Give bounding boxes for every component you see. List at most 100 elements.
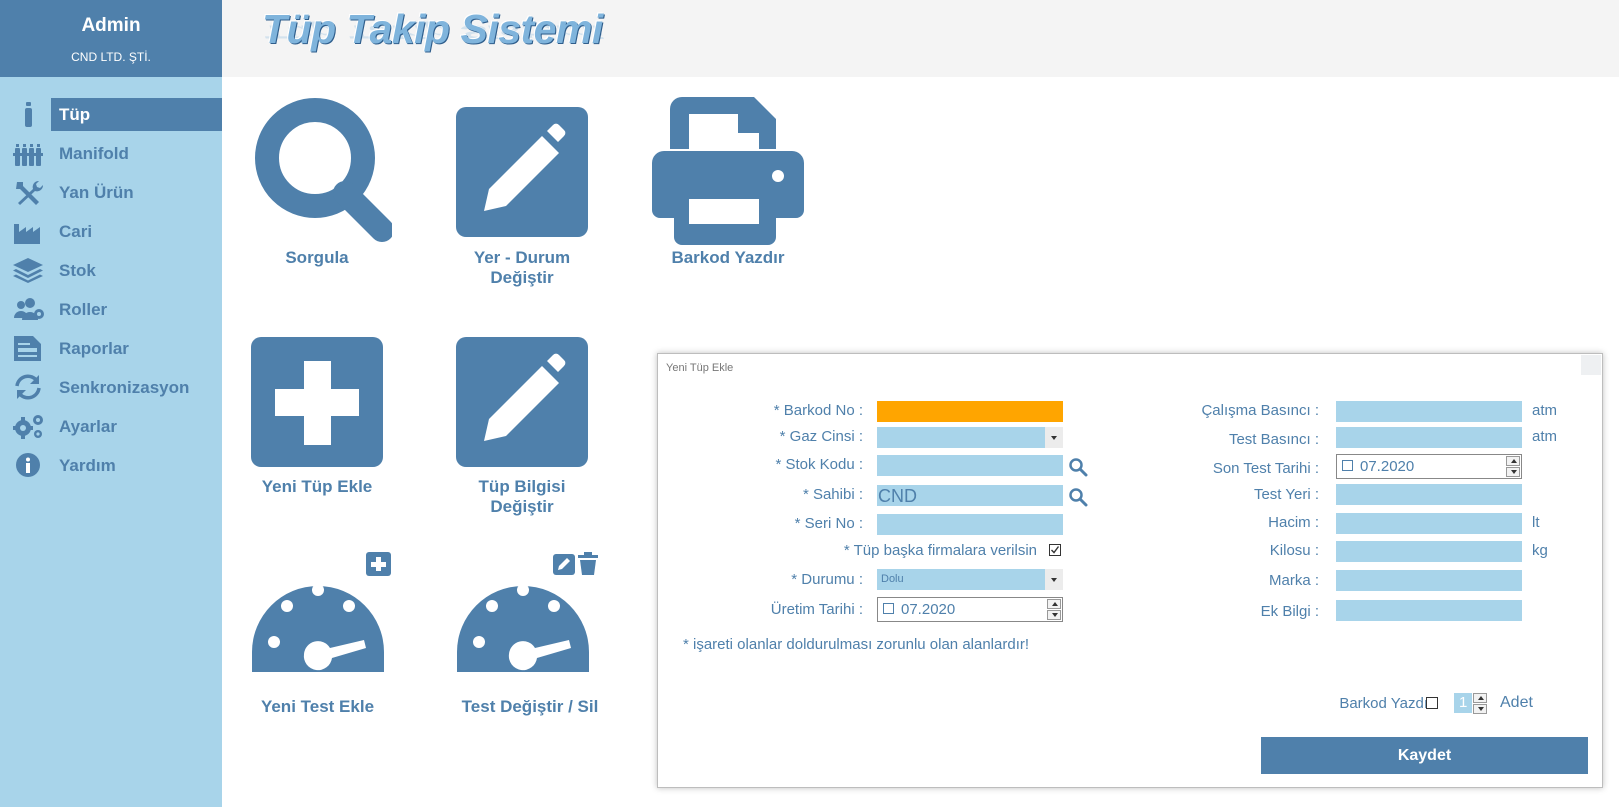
- tile-sorgula[interactable]: Sorgula: [242, 97, 392, 292]
- ek-bilgi-input[interactable]: [1336, 600, 1522, 621]
- barkod-no-label: * Barkod No :: [773, 402, 863, 419]
- tile-yeni-test-ekle[interactable]: Yeni Test Ekle: [242, 552, 397, 717]
- info-icon: [16, 453, 40, 477]
- son-test-tarihi-label: Son Test Tarihi :: [1212, 460, 1319, 477]
- sidebar-item-label: Stok: [59, 261, 96, 280]
- sidebar-item-raporlar[interactable]: Raporlar: [0, 332, 222, 365]
- tile-label: Yeni Test Ekle: [260, 697, 375, 716]
- gauge-icon: [252, 552, 391, 672]
- hacim-input[interactable]: [1336, 513, 1522, 534]
- son-test-tarihi-value: 07.2020: [1360, 458, 1415, 475]
- sync-icon: [15, 374, 41, 400]
- stok-kodu-label: * Stok Kodu :: [775, 456, 863, 473]
- calisma-basinci-label: Çalışma Basıncı :: [1201, 402, 1319, 419]
- hacim-label: Hacim :: [1268, 514, 1319, 531]
- barkod-no-input[interactable]: [877, 401, 1063, 422]
- baska-firma-checkbox[interactable]: [1049, 544, 1061, 556]
- new-tube-dialog: Yeni Tüp Ekle * Barkod No : * Gaz Cinsi …: [657, 353, 1603, 788]
- sidebar-item-cari[interactable]: Cari: [0, 215, 222, 248]
- kilosu-input[interactable]: [1336, 541, 1522, 562]
- sidebar-item-label: Tüp: [59, 105, 91, 124]
- user-name: Admin: [81, 15, 141, 36]
- chevron-down-icon: [1045, 569, 1063, 590]
- sidebar-item-senkronizasyon[interactable]: Senkronizasyon: [0, 371, 222, 404]
- son-test-tarihi-spinner[interactable]: [1506, 456, 1520, 477]
- dialog-close-button[interactable]: [1581, 355, 1601, 375]
- sahibi-input[interactable]: CND: [877, 485, 1063, 506]
- user-box: Admin CND LTD. ŞTİ.: [0, 0, 222, 77]
- barkod-yazdir-checkbox[interactable]: [1426, 697, 1438, 709]
- sidebar-item-label: Yan Ürün: [59, 183, 134, 202]
- test-basinci-input[interactable]: [1336, 427, 1522, 448]
- app-title: Tüp Takip Sistemi: [262, 6, 603, 52]
- tile-label: Barkod Yazdır: [671, 248, 785, 267]
- sidebar-item-label: Ayarlar: [59, 417, 117, 436]
- edit-icon: [456, 107, 588, 237]
- ek-bilgi-label: Ek Bilgi :: [1260, 603, 1319, 620]
- tile-tup-bilgisi[interactable]: Tüp Bilgisi Değiştir: [447, 337, 597, 522]
- gauge-edit-delete-icon: [457, 552, 598, 672]
- user-company: CND LTD. ŞTİ.: [71, 50, 151, 64]
- durumu-label: * Durumu :: [791, 571, 863, 588]
- marka-label: Marka :: [1268, 572, 1319, 589]
- durumu-select[interactable]: Dolu: [877, 569, 1063, 590]
- sahibi-value: CND: [878, 486, 917, 506]
- required-fields-note: * işareti olanlar doldurulması zorunlu o…: [683, 636, 1030, 653]
- tile-label: Yer - Durum Değiştir: [447, 248, 597, 288]
- tile-label: Test Değiştir / Sil: [461, 697, 599, 716]
- tile-yeni-tup-ekle[interactable]: Yeni Tüp Ekle: [242, 337, 392, 522]
- sidebar-item-roller[interactable]: Roller: [0, 293, 222, 326]
- tile-barkod-yazdir[interactable]: Barkod Yazdır: [652, 97, 804, 292]
- sidebar-item-label: Roller: [59, 300, 108, 319]
- son-test-tarihi-checkbox[interactable]: [1342, 460, 1353, 471]
- calisma-basinci-input[interactable]: [1336, 401, 1522, 422]
- uretim-tarihi-checkbox[interactable]: [883, 603, 894, 614]
- tile-label-line-2: Değiştir: [490, 497, 554, 516]
- adet-spinner[interactable]: [1473, 693, 1487, 714]
- stok-kodu-search-icon[interactable]: [1068, 457, 1088, 477]
- gaz-cinsi-select[interactable]: [877, 427, 1063, 448]
- sidebar-item-yan-urun[interactable]: Yan Ürün: [0, 176, 222, 209]
- sidebar-item-stok[interactable]: Stok: [0, 254, 222, 287]
- sidebar-item-label: Cari: [59, 222, 93, 241]
- layers-icon: [13, 258, 43, 283]
- son-test-tarihi-picker[interactable]: 07.2020: [1336, 454, 1522, 479]
- kilosu-unit: kg: [1532, 542, 1548, 559]
- sidebar-item-manifold[interactable]: Manifold: [0, 137, 222, 170]
- tube-icon: [25, 102, 32, 127]
- tile-label: Sorgula: [285, 248, 349, 267]
- tile-test-degistir-sil[interactable]: Test Değiştir / Sil: [447, 552, 602, 717]
- dialog-title: Yeni Tüp Ekle: [666, 362, 734, 374]
- uretim-tarihi-label: Üretim Tarihi :: [770, 601, 863, 618]
- sidebar-item-ayarlar[interactable]: Ayarlar: [0, 410, 222, 443]
- sidebar-item-tup[interactable]: Tüp: [0, 98, 222, 131]
- calisma-unit: atm: [1532, 402, 1558, 419]
- gaz-cinsi-label: * Gaz Cinsi :: [779, 428, 863, 445]
- save-button[interactable]: Kaydet: [1261, 737, 1588, 774]
- sidebar-item-label: Yardım: [59, 456, 116, 475]
- seri-no-input[interactable]: [877, 514, 1063, 535]
- edit-icon: [456, 337, 588, 467]
- tile-label: Yeni Tüp Ekle: [261, 477, 373, 496]
- printer-icon: [652, 97, 804, 245]
- marka-input[interactable]: [1336, 570, 1522, 591]
- users-icon: [14, 298, 44, 320]
- chevron-down-icon: [1045, 427, 1063, 448]
- gears-icon: [13, 415, 43, 439]
- adet-value: 1: [1459, 694, 1468, 711]
- test-basinci-label: Test Basıncı :: [1228, 431, 1319, 448]
- header: Tüp Takip Sistemi Tüp Takip Sistemi: [222, 0, 1619, 77]
- uretim-tarihi-picker[interactable]: 07.2020: [877, 597, 1063, 622]
- uretim-tarihi-spinner[interactable]: [1047, 599, 1061, 620]
- sidebar-item-yardim[interactable]: Yardım: [0, 449, 222, 482]
- tile-label-line-1: Yer - Durum: [473, 248, 571, 267]
- stok-kodu-input[interactable]: [877, 455, 1063, 476]
- sidebar-item-label: Raporlar: [59, 339, 129, 358]
- baska-firma-label: * Tüp başka firmalara verilsin: [843, 542, 1037, 559]
- seri-no-label: * Seri No :: [794, 515, 863, 532]
- sahibi-search-icon[interactable]: [1068, 487, 1088, 507]
- adet-label: Adet: [1500, 694, 1533, 711]
- adet-stepper[interactable]: 1: [1454, 693, 1472, 713]
- test-yeri-input[interactable]: [1336, 484, 1522, 505]
- tile-yer-durum[interactable]: Yer - Durum Değiştir: [447, 107, 597, 292]
